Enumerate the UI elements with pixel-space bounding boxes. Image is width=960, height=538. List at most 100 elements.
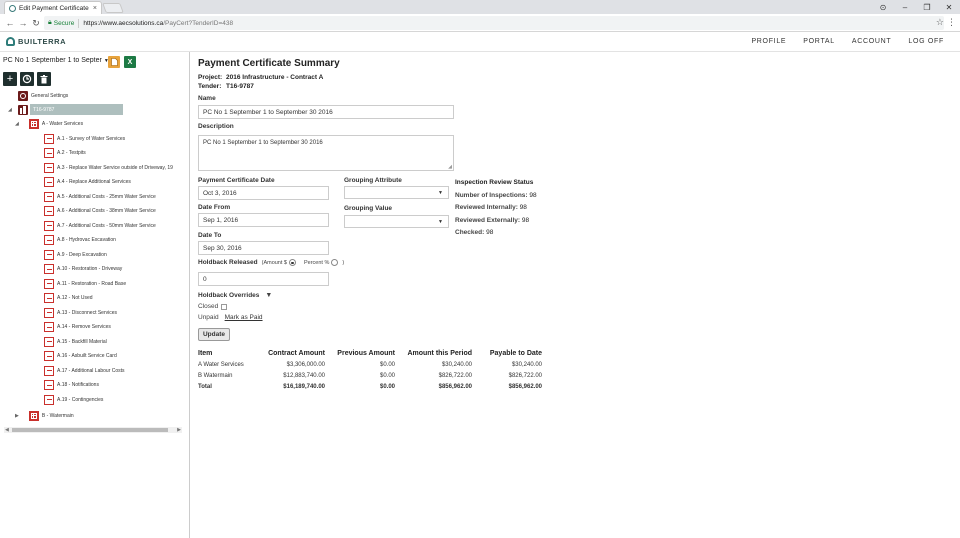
tree-item-a5[interactable]: A.5 - Additional Costs - 25mm Water Serv… xyxy=(44,191,156,202)
address-divider xyxy=(78,18,80,28)
tree-item-a19[interactable]: A.19 - Contingencies xyxy=(44,394,103,405)
tab-close-icon[interactable]: × xyxy=(93,5,97,12)
expand-toggle-icon[interactable]: ▶ xyxy=(15,413,19,419)
browser-tab[interactable]: Edit Payment Certificate × xyxy=(4,1,102,14)
url-path: /PayCert?TenderID=438 xyxy=(163,19,234,27)
holdback-percent-radio[interactable] xyxy=(331,259,339,266)
tree-item-a11[interactable]: A.11 - Restoration - Road Base xyxy=(44,278,126,289)
delete-button[interactable] xyxy=(37,72,51,86)
grouping-attribute-select[interactable]: ▼ xyxy=(344,186,449,199)
tree-item-group-a[interactable]: ◢ A - Water Services xyxy=(15,118,83,129)
name-input[interactable]: PC No 1 September 1 to September 30 2016 xyxy=(198,105,454,119)
tree-item-label: A.6 - Additional Costs - 38mm Water Serv… xyxy=(57,208,156,214)
logo-mark-icon xyxy=(6,37,15,46)
cell-previous-amount: $0.00 xyxy=(379,372,395,379)
tree-item-a18[interactable]: A.18 - Notifications xyxy=(44,380,99,391)
reviewed-internally-label: Reviewed Internally: xyxy=(455,204,518,211)
secure-label: Secure xyxy=(53,19,75,27)
resize-grip-icon[interactable]: ◢ xyxy=(448,164,452,170)
tree-item-a9[interactable]: A.9 - Deep Excavation xyxy=(44,249,107,260)
nav-log-off[interactable]: LOG OFF xyxy=(908,38,944,45)
holdback-percent-label: Percent % xyxy=(303,259,330,266)
tree-item-a7[interactable]: A.7 - Additional Costs - 50mm Water Serv… xyxy=(44,220,156,231)
close-window-button[interactable]: ✕ xyxy=(938,0,960,14)
nav-account[interactable]: ACCOUNT xyxy=(852,38,892,45)
tree-item-a8[interactable]: A.8 - Hydrovac Excavation xyxy=(44,235,116,246)
tree-item-a6[interactable]: A.6 - Additional Costs - 38mm Water Serv… xyxy=(44,206,156,217)
item-icon xyxy=(44,206,54,216)
tree-item-a13[interactable]: A.13 - Disconnect Services xyxy=(44,307,117,318)
restore-window-button[interactable]: ❐ xyxy=(916,0,938,14)
pc-date-input[interactable]: Oct 3, 2016 xyxy=(198,186,329,200)
builterra-logo[interactable]: BUILTERRA xyxy=(6,37,66,46)
description-textarea[interactable]: PC No 1 September 1 to September 30 2016… xyxy=(198,135,454,171)
browser-menu-icon[interactable]: ⋮ xyxy=(947,17,956,28)
bookmark-star-icon[interactable]: ☆ xyxy=(936,17,944,28)
item-icon xyxy=(44,191,54,202)
holdback-overrides[interactable]: Holdback Overrides ▼ xyxy=(198,292,272,299)
item-icon xyxy=(44,394,54,405)
tree-horizontal-scrollbar[interactable]: ◀ ▶ xyxy=(4,427,182,433)
cell-amount-this-period: $30,240.00 xyxy=(441,361,472,368)
tree-item-a1[interactable]: A.1 - Survey of Water Services xyxy=(44,133,125,144)
scroll-left-icon[interactable]: ◀ xyxy=(5,427,9,433)
date-from-input[interactable]: Sep 1, 2016 xyxy=(198,213,329,227)
address-bar[interactable]: 🔒︎ Secure https://www.aecsolutions.ca /P… xyxy=(44,16,944,30)
item-icon xyxy=(44,365,54,376)
item-icon xyxy=(44,235,54,245)
collapse-toggle-icon[interactable]: ◢ xyxy=(8,107,12,113)
item-icon xyxy=(44,380,54,390)
holdback-input[interactable]: 0 xyxy=(198,272,329,286)
sync-button[interactable] xyxy=(20,72,34,86)
summary-table: Item Contract Amount Previous Amount Amo… xyxy=(198,347,542,392)
tree-item-a16[interactable]: A.16 - Asbuilt Service Card xyxy=(44,351,117,362)
scrollbar-thumb[interactable] xyxy=(12,428,168,432)
tree-item-general-settings[interactable]: General Settings xyxy=(18,90,68,101)
account-icon[interactable]: ⊙ xyxy=(872,0,894,14)
expand-triangle-icon[interactable]: ▼ xyxy=(265,292,272,299)
browser-toolbar: ← → ↻ 🔒︎ Secure https://www.aecsolutions… xyxy=(0,14,960,32)
tree-item-a17[interactable]: A.17 - Additional Labour Costs xyxy=(44,365,125,376)
item-icon xyxy=(44,322,54,332)
tree-item-a3[interactable]: A.3 - Replace Water Service outside of D… xyxy=(44,162,173,173)
tree-item-a2[interactable]: A.2 - Testpits xyxy=(44,148,86,159)
mark-as-paid-link[interactable]: Mark as Paid xyxy=(225,314,263,321)
cell-item: B Watermain xyxy=(198,372,233,379)
tree-item-a4[interactable]: A.4 - Replace Additional Services xyxy=(44,177,131,188)
reload-icon[interactable]: ↻ xyxy=(30,17,42,29)
tree-item-a15[interactable]: A.15 - Backfill Material xyxy=(44,336,107,347)
cell-item: A Water Services xyxy=(198,361,244,368)
minimize-window-button[interactable]: – xyxy=(894,0,916,14)
payment-certificate-select[interactable]: PC No 1 September 1 to Septer ▼ xyxy=(3,57,109,64)
col-item: Item xyxy=(198,349,213,357)
chevron-down-icon: ▼ xyxy=(438,219,443,225)
forward-arrow-icon[interactable]: → xyxy=(17,17,29,29)
nav-profile[interactable]: PROFILE xyxy=(751,38,786,45)
group-icon xyxy=(28,118,39,129)
tree-item-project[interactable]: ◢ T16-9787 xyxy=(0,104,190,115)
document-icon xyxy=(110,58,118,66)
holdback-amount-radio[interactable] xyxy=(288,259,296,266)
collapse-toggle-icon[interactable]: ◢ xyxy=(15,121,19,127)
export-excel-button[interactable]: X xyxy=(124,56,136,68)
document-report-button[interactable] xyxy=(108,56,120,68)
inspection-header: Inspection Review Status xyxy=(455,179,534,186)
add-button[interactable]: + xyxy=(3,72,17,86)
cell-payable-to-date: $30,240.00 xyxy=(511,361,542,368)
grouping-value-select[interactable]: ▼ xyxy=(344,215,449,228)
closed-checkbox[interactable] xyxy=(221,303,228,310)
tree-item-a12[interactable]: A.12 - Not Used xyxy=(44,293,93,304)
back-arrow-icon[interactable]: ← xyxy=(4,17,16,29)
holdback-amount-label: (Amount $ xyxy=(261,259,287,266)
nav-portal[interactable]: PORTAL xyxy=(803,38,835,45)
tree-item-a10[interactable]: A.10 - Restoration - Driveway xyxy=(44,264,122,275)
tree-item-label: A.12 - Not Used xyxy=(57,295,93,301)
date-to-input[interactable]: Sep 30, 2016 xyxy=(198,241,329,255)
pc-date-label: Payment Certificate Date xyxy=(198,177,275,184)
tree-item-a14[interactable]: A.14 - Remove Services xyxy=(44,322,111,333)
new-tab-button[interactable] xyxy=(102,3,124,13)
tree-item-group-b[interactable]: ▶ B - Watermain xyxy=(15,410,74,421)
scroll-right-icon[interactable]: ▶ xyxy=(177,427,181,433)
col-amount-this-period: Amount this Period xyxy=(407,349,472,357)
update-button[interactable]: Update xyxy=(198,328,230,341)
